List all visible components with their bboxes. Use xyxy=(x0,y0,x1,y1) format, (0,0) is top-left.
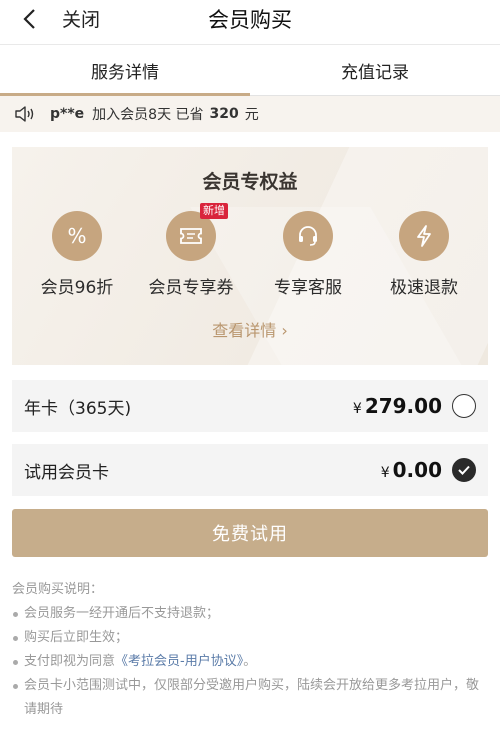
agree-prefix: 支付即视为同意 xyxy=(24,654,116,669)
purchase-notes: 会员购买说明： 会员服务一经开通后不支持退款； 购买后立即生效； 支付即视为同意… xyxy=(12,578,490,722)
member-benefits-card: 会员专权益 % 会员96折 新增 会员专享券 专享客服 极速退款 查看详情 › xyxy=(12,147,488,365)
tab-bar: 服务详情 充值记录 xyxy=(0,44,500,96)
coupon-icon: 新增 xyxy=(166,203,228,261)
tab-service-details[interactable]: 服务详情 xyxy=(0,45,250,96)
notice-amount: 320 xyxy=(209,106,239,122)
headset-icon xyxy=(283,211,333,261)
note-item: 会员服务一经开通后不支持退款； xyxy=(12,602,490,626)
notes-heading: 会员购买说明： xyxy=(12,582,104,597)
page-title: 会员购买 xyxy=(208,8,292,32)
benefit-label: 会员96折 xyxy=(40,278,114,298)
checkmark-icon xyxy=(458,465,470,475)
price-value: 0.00 xyxy=(392,458,442,482)
nav-bar: 关闭 会员购买 xyxy=(0,0,500,44)
plan-name: 试用会员卡 xyxy=(24,462,109,483)
agree-suffix: 。 xyxy=(243,654,257,669)
note-item: 会员卡小范围测试中，仅限部分受邀用户购买，陆续会开放给更多考拉用户，敬请期待 xyxy=(12,674,490,722)
notice-user: p**e xyxy=(50,106,85,122)
savings-notice: p**e 加入会员8天 已省 320 元 xyxy=(0,96,500,132)
plan-radio-unchecked[interactable] xyxy=(452,394,476,418)
price-value: 279.00 xyxy=(364,394,442,418)
benefit-coupon[interactable]: 新增 会员专享券 xyxy=(141,203,241,298)
benefit-discount[interactable]: % 会员96折 xyxy=(27,211,127,298)
benefit-refund[interactable]: 极速退款 xyxy=(374,211,474,298)
plan-radio-checked[interactable] xyxy=(452,458,476,482)
benefit-service[interactable]: 专享客服 xyxy=(258,211,358,298)
note-item-agreement: 支付即视为同意《考拉会员-用户协议》。 xyxy=(12,650,490,674)
benefit-label: 会员专享券 xyxy=(148,278,234,298)
speaker-icon xyxy=(15,106,34,122)
plan-annual[interactable]: 年卡（365天) ¥ 279.00 xyxy=(12,380,488,432)
benefits-title: 会员专权益 xyxy=(202,171,298,193)
plan-price: ¥ 279.00 xyxy=(353,394,442,418)
plan-trial[interactable]: 试用会员卡 ¥ 0.00 xyxy=(12,444,488,496)
free-trial-button[interactable]: 免费试用 xyxy=(12,509,488,557)
lightning-icon xyxy=(399,211,449,261)
percent-icon: % xyxy=(52,211,102,261)
new-badge: 新增 xyxy=(200,203,228,219)
tab-recharge-records[interactable]: 充值记录 xyxy=(250,45,500,95)
currency-symbol: ¥ xyxy=(380,465,390,481)
notice-text: 加入会员8天 已省 xyxy=(92,107,204,123)
view-details-link[interactable]: 查看详情 › xyxy=(12,317,488,341)
plan-name: 年卡（365天) xyxy=(24,398,132,419)
benefit-label: 专享客服 xyxy=(274,278,342,298)
note-item: 购买后立即生效； xyxy=(12,626,490,650)
currency-symbol: ¥ xyxy=(352,401,362,417)
user-agreement-link[interactable]: 《考拉会员-用户协议》 xyxy=(115,654,243,669)
benefit-label: 极速退款 xyxy=(390,278,458,298)
notice-unit: 元 xyxy=(244,107,259,123)
plan-price: ¥ 0.00 xyxy=(381,458,442,482)
